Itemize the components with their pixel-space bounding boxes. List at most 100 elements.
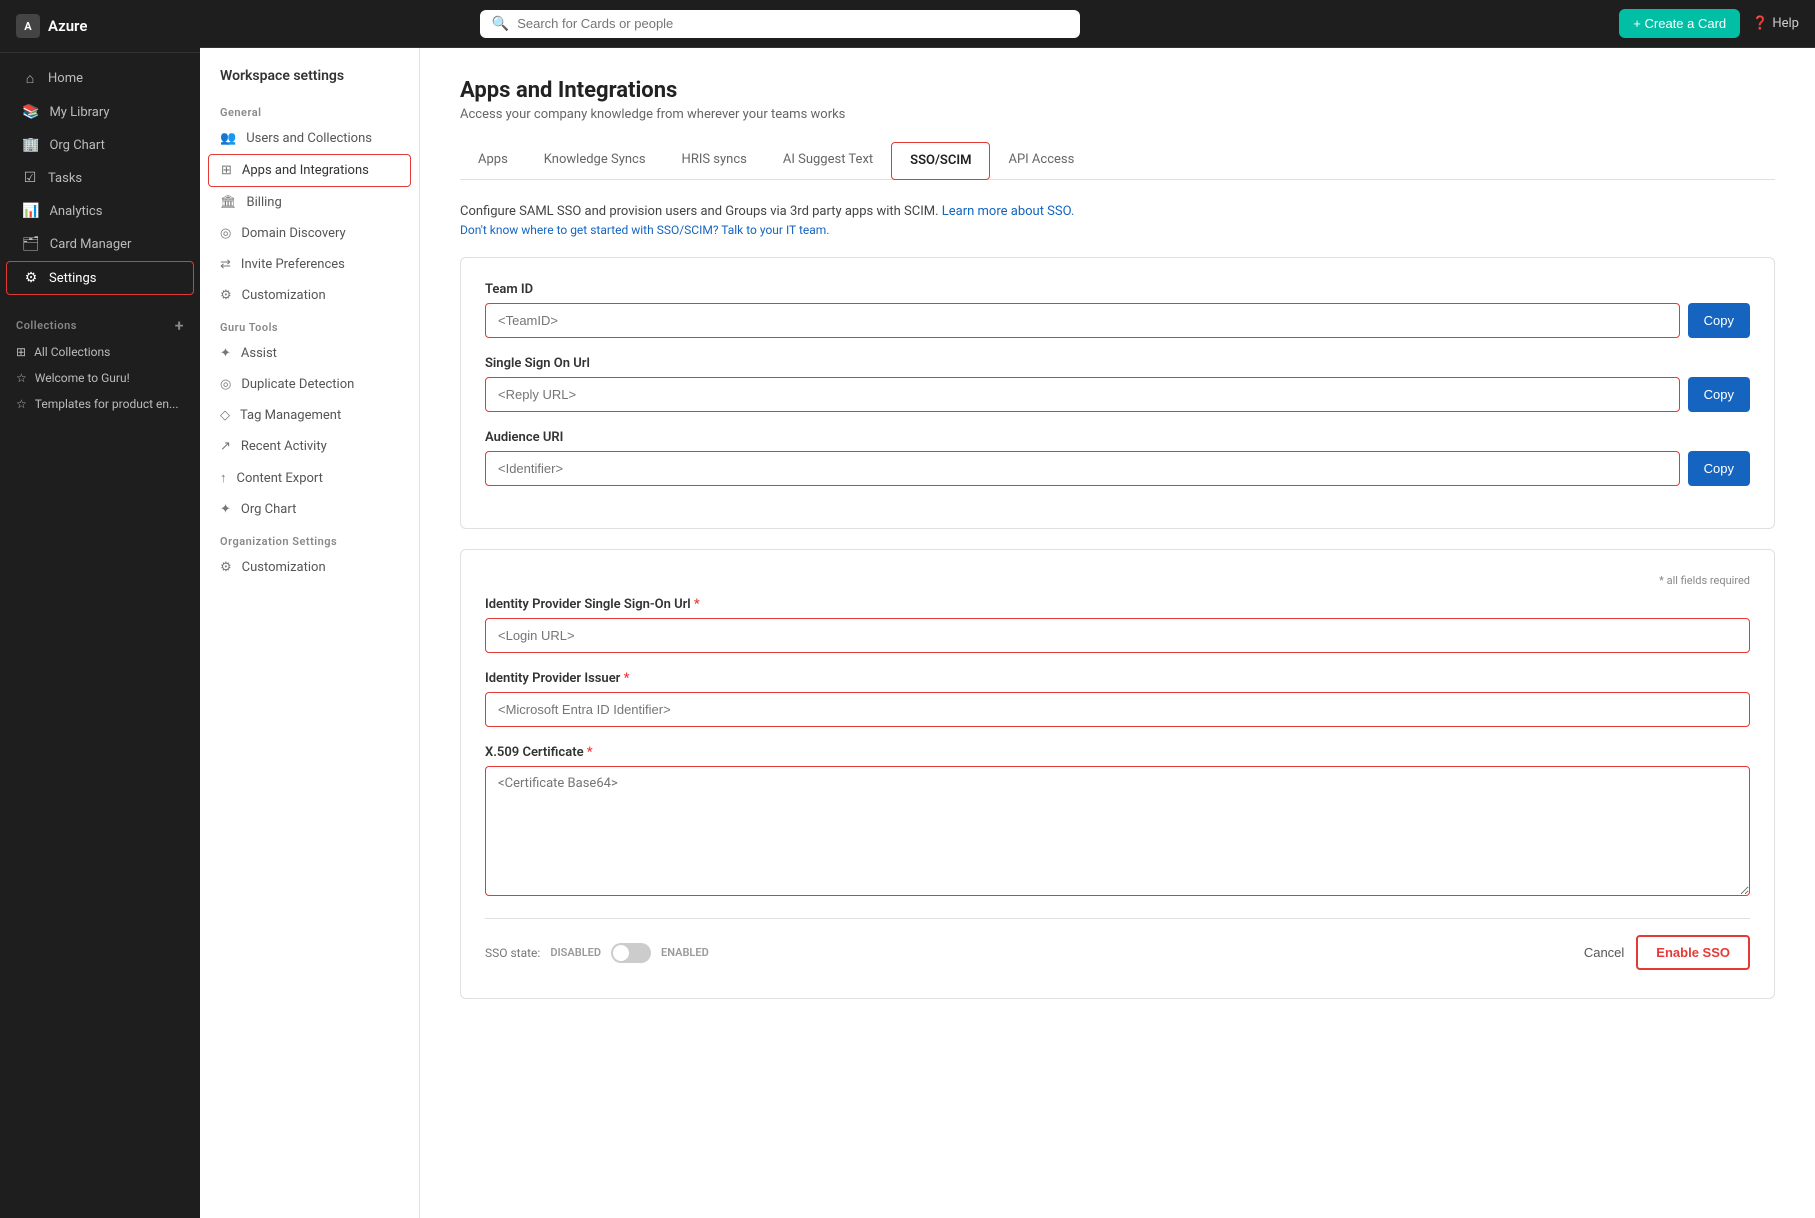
x509-cert-group: X.509 Certificate * [485,745,1750,900]
search-input[interactable] [517,16,1068,31]
tab-hris-syncs[interactable]: HRIS syncs [664,142,765,179]
sidebar-item-label: My Library [49,105,109,120]
home-icon: ⌂ [22,70,38,87]
library-icon: 📚 [22,104,39,120]
sso-url-row: Copy [485,377,1750,412]
sidebar-item-org-chart[interactable]: 🏢 Org Chart [6,129,194,161]
topbar: 🔍 + Create a Card ❓ Help [200,0,1815,48]
sso-readonly-card: Team ID Copy Single Sign On Url Copy [460,257,1775,529]
team-id-label: Team ID [485,282,1750,297]
settings-org-customization[interactable]: ⚙ Customization [200,552,419,583]
sso-url-label: Single Sign On Url [485,356,1750,371]
settings-duplicate-detection[interactable]: ◎ Duplicate Detection [200,369,419,400]
tab-sso-scim[interactable]: SSO/SCIM [891,142,990,180]
audience-uri-copy-button[interactable]: Copy [1688,451,1750,486]
settings-icon: ⚙ [23,270,39,286]
settings-users-collections[interactable]: 👥 Users and Collections [200,123,419,154]
export-icon: ↑ [220,470,227,486]
learn-more-link[interactable]: Learn more about SSO. [942,204,1075,219]
analytics-icon: 📊 [22,203,39,219]
sidebar-item-label: Tasks [48,171,82,186]
tabs-bar: Apps Knowledge Syncs HRIS syncs AI Sugge… [460,142,1775,180]
sso-state-section: SSO state: DISABLED ENABLED [485,943,709,963]
team-id-input[interactable] [485,303,1680,338]
collection-item-templates[interactable]: ☆ Templates for product en... [0,391,200,417]
settings-domain-discovery[interactable]: ◎ Domain Discovery [200,218,419,249]
team-id-group: Team ID Copy [485,282,1750,338]
sso-url-copy-button[interactable]: Copy [1688,377,1750,412]
tab-ai-suggest-text[interactable]: AI Suggest Text [765,142,891,179]
card-manager-icon: 🗂 [22,236,40,252]
tab-knowledge-syncs[interactable]: Knowledge Syncs [526,142,664,179]
idp-issuer-label: Identity Provider Issuer * [485,671,1750,686]
settings-invite-preferences[interactable]: ⇄ Invite Preferences [200,249,419,280]
sso-footer: SSO state: DISABLED ENABLED Cancel Enabl… [485,918,1750,974]
sidebar-item-home[interactable]: ⌂ Home [6,62,194,95]
required-asterisk-3: * [587,745,593,760]
settings-content-export[interactable]: ↑ Content Export [200,462,419,494]
idp-sso-url-group: Identity Provider Single Sign-On Url * [485,597,1750,653]
settings-tag-management[interactable]: ◇ Tag Management [200,400,419,431]
sidebar-item-my-library[interactable]: 📚 My Library [6,96,194,128]
create-card-button[interactable]: + Create a Card [1619,9,1740,38]
tab-api-access[interactable]: API Access [990,142,1092,179]
apps-icon: ⊞ [221,163,232,178]
all-collections-icon: ⊞ [16,345,26,359]
sso-helper-text[interactable]: Don't know where to get started with SSO… [460,223,1775,237]
cancel-button[interactable]: Cancel [1584,945,1624,960]
sidebar-item-settings[interactable]: ⚙ Settings [6,261,194,295]
sidebar-item-analytics[interactable]: 📊 Analytics [6,195,194,227]
idp-issuer-group: Identity Provider Issuer * [485,671,1750,727]
settings-assist[interactable]: ✦ Assist [200,338,419,369]
collection-item-all[interactable]: ⊞ All Collections [0,339,200,365]
toggle-thumb [613,945,629,961]
page-subtitle: Access your company knowledge from where… [460,107,1775,122]
search-icon: 🔍 [492,16,509,32]
sidebar-item-card-manager[interactable]: 🗂 Card Manager [6,228,194,260]
idp-sso-url-row [485,618,1750,653]
team-id-row: Copy [485,303,1750,338]
team-id-copy-button[interactable]: Copy [1688,303,1750,338]
audience-uri-label: Audience URI [485,430,1750,445]
enabled-label: ENABLED [661,946,709,959]
footer-actions: Cancel Enable SSO [1584,935,1750,970]
sso-toggle[interactable] [611,943,651,963]
settings-customization[interactable]: ⚙ Customization [200,280,419,311]
search-bar: 🔍 [480,10,1080,38]
org-settings-section-label: Organization Settings [200,525,419,552]
settings-sidebar: Workspace settings General 👥 Users and C… [200,48,420,1218]
help-button[interactable]: ❓ Help [1752,16,1799,31]
tab-apps[interactable]: Apps [460,142,526,179]
audience-uri-input[interactable] [485,451,1680,486]
sidebar-item-tasks[interactable]: ☑ Tasks [6,162,194,194]
guru-tools-section-label: Guru Tools [200,311,419,338]
sidebar-header: A Azure [0,0,200,53]
sidebar-item-label: Org Chart [49,138,104,153]
sso-description: Configure SAML SSO and provision users a… [460,204,1775,219]
idp-sso-url-label: Identity Provider Single Sign-On Url * [485,597,1750,612]
activity-icon: ↗ [220,439,231,454]
sidebar-item-label: Home [48,71,83,86]
page-title: Apps and Integrations [460,78,1775,103]
org-chart-icon: 🏢 [22,137,39,153]
left-sidebar: A Azure ⌂ Home 📚 My Library 🏢 Org Chart … [0,0,200,1218]
app-name: Azure [48,17,87,35]
collection-item-welcome[interactable]: ☆ Welcome to Guru! [0,365,200,391]
add-collection-button[interactable]: + [175,316,184,335]
sso-url-input[interactable] [485,377,1680,412]
settings-org-chart[interactable]: ✦ Org Chart [200,494,419,525]
idp-issuer-input[interactable] [485,692,1750,727]
content-area: Workspace settings General 👥 Users and C… [200,48,1815,1218]
billing-icon: 🏛 [220,195,237,210]
sidebar-nav: ⌂ Home 📚 My Library 🏢 Org Chart ☑ Tasks … [0,53,200,304]
x509-cert-label: X.509 Certificate * [485,745,1750,760]
idp-sso-url-input[interactable] [485,618,1750,653]
required-asterisk-2: * [624,671,630,686]
settings-recent-activity[interactable]: ↗ Recent Activity [200,431,419,462]
tag-icon: ◇ [220,408,230,423]
x509-cert-textarea[interactable] [485,766,1750,896]
enable-sso-button[interactable]: Enable SSO [1636,935,1750,970]
topbar-right: + Create a Card ❓ Help [1619,9,1799,38]
settings-apps-integrations[interactable]: ⊞ Apps and Integrations [208,154,411,187]
settings-billing[interactable]: 🏛 Billing [200,187,419,218]
